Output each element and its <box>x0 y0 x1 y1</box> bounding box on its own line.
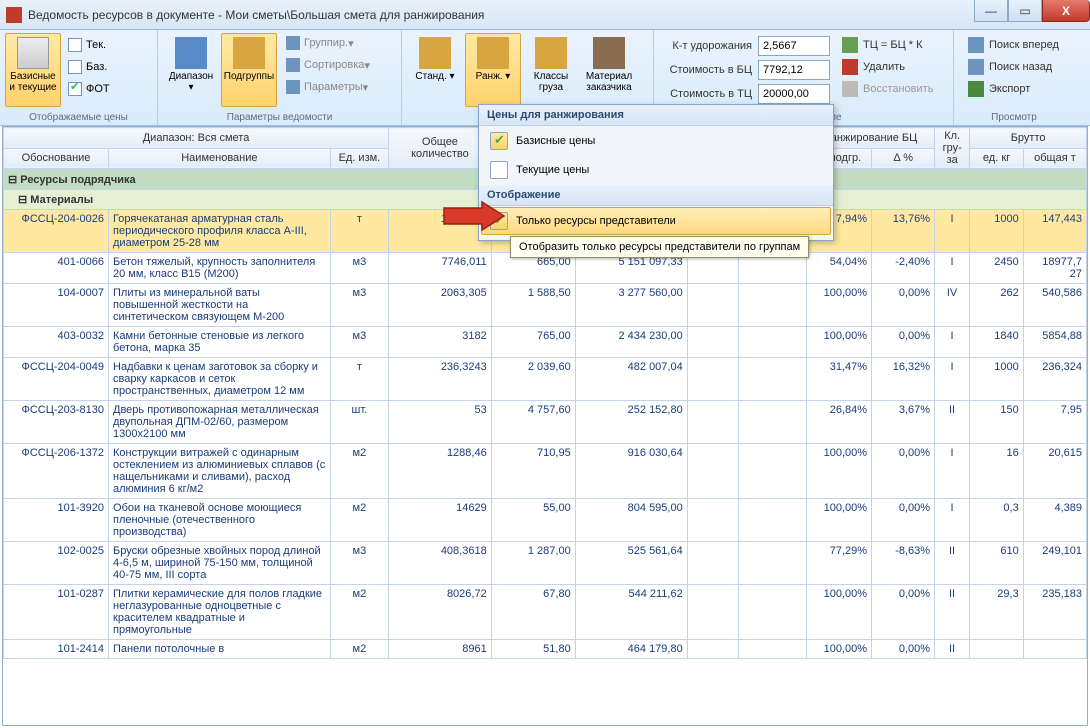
search-icon <box>968 59 984 75</box>
customer-material-button[interactable]: Материал заказчика <box>581 33 637 107</box>
ranking-dropdown: Цены для ранжирования Базисные цены Теку… <box>478 104 834 241</box>
red-arrow-annotation <box>442 200 506 235</box>
titlebar: Ведомость ресурсов в документе - Мои сме… <box>0 0 1090 30</box>
formula-icon <box>842 37 858 53</box>
search-forward[interactable]: Поиск вперед <box>962 34 1065 56</box>
table-row[interactable]: 101-2414Панели потолочные вм2896151,8046… <box>4 640 1087 659</box>
th-qty[interactable]: Общее количество <box>389 128 492 169</box>
ranking-icon <box>477 37 509 69</box>
opt-fot[interactable]: ФОТ <box>64 78 114 100</box>
sort-by[interactable]: Сортировка ▾ <box>282 54 374 76</box>
checkbox-icon <box>490 161 508 179</box>
th-mass[interactable]: общая т <box>1023 148 1086 169</box>
table-row[interactable]: ФССЦ-203-8130Дверь противопожарная метал… <box>4 401 1087 444</box>
standard-button[interactable]: Станд. ▾ <box>407 33 463 107</box>
dd-representatives-only[interactable]: Только ресурсы представители <box>481 207 831 235</box>
field-label: Стоимость в БЦ <box>662 64 758 76</box>
group-label: Параметры ведомости <box>162 111 397 125</box>
cargo-classes-button[interactable]: Классы груза <box>523 33 579 107</box>
classes-icon <box>535 37 567 69</box>
checkbox-icon <box>490 132 508 150</box>
field-label: Стоимость в ТЦ <box>662 88 758 100</box>
close-button[interactable]: X <box>1042 0 1090 22</box>
current-cost-input[interactable] <box>758 84 830 104</box>
sort-icon <box>286 58 300 72</box>
coeff-input[interactable] <box>758 36 830 56</box>
range-button[interactable]: Диапазон ▾ <box>163 33 219 107</box>
th-gross[interactable]: Брутто <box>970 128 1087 149</box>
opt-current[interactable]: Тек. <box>64 34 114 56</box>
prices-base-current-button[interactable]: Базисные и текущие <box>5 33 61 107</box>
window-title: Ведомость ресурсов в документе - Мои сме… <box>28 8 484 22</box>
dropdown-section-title: Отображение <box>479 185 833 206</box>
th-delta[interactable]: Δ % <box>872 148 935 169</box>
group-icon <box>286 36 300 50</box>
table-icon <box>17 37 49 69</box>
search-back[interactable]: Поиск назад <box>962 56 1065 78</box>
table-row[interactable]: 104-0007Плиты из минеральной ваты повыше… <box>4 284 1087 327</box>
table-row[interactable]: 101-0287Плитки керамические для полов гл… <box>4 585 1087 640</box>
table-row[interactable]: 101-3920Обои на тканевой основе моющиеся… <box>4 499 1087 542</box>
delete-icon <box>842 59 858 75</box>
label: Базисные и текущие <box>8 71 58 93</box>
tooltip: Отобразить только ресурсы представители … <box>510 236 809 258</box>
minimize-button[interactable]: — <box>974 0 1008 22</box>
export-icon <box>968 81 984 97</box>
th-w[interactable]: ед. кг <box>970 148 1024 169</box>
delete-action[interactable]: Удалить <box>836 56 939 78</box>
search-icon <box>968 37 984 53</box>
th-range[interactable]: Диапазон: Вся смета <box>4 128 389 149</box>
th-unit[interactable]: Ед. изм. <box>330 148 388 169</box>
base-cost-input[interactable] <box>758 60 830 80</box>
material-icon <box>593 37 625 69</box>
checkbox-icon <box>68 60 82 74</box>
formula-action[interactable]: ТЦ = БЦ * К <box>836 34 939 56</box>
restore-icon <box>842 81 858 97</box>
app-icon <box>6 7 22 23</box>
range-icon <box>175 37 207 69</box>
export-action[interactable]: Экспорт <box>962 78 1065 100</box>
th-class[interactable]: Кл. гру-за <box>935 128 970 169</box>
checkbox-icon <box>68 82 82 96</box>
group-label: Отображаемые цены <box>4 111 153 125</box>
group-label: Просмотр <box>958 111 1070 125</box>
window-controls: — ▭ X <box>974 0 1090 22</box>
ranking-button[interactable]: Ранж. ▾ <box>465 33 521 107</box>
maximize-button[interactable]: ▭ <box>1008 0 1042 22</box>
th-name[interactable]: Наименование <box>109 148 331 169</box>
dd-current-prices[interactable]: Текущие цены <box>481 156 831 184</box>
params-icon <box>286 80 300 94</box>
subgroups-button[interactable]: Подгруппы <box>221 33 277 107</box>
checkbox-icon <box>68 38 82 52</box>
dd-base-prices[interactable]: Базисные цены <box>481 127 831 155</box>
table-row[interactable]: ФССЦ-204-0049Надбавки к ценам заготовок … <box>4 358 1087 401</box>
table-row[interactable]: 102-0025Бруски обрезные хвойных пород дл… <box>4 542 1087 585</box>
params-btn[interactable]: Параметры ▾ <box>282 76 374 98</box>
field-label: К-т удорожания <box>662 40 758 52</box>
th-code[interactable]: Обоснование <box>4 148 109 169</box>
group-by[interactable]: Группир. ▾ <box>282 32 374 54</box>
restore-action[interactable]: Восстановить <box>836 78 939 100</box>
columns-icon <box>233 37 265 69</box>
opt-base[interactable]: Баз. <box>64 56 114 78</box>
table-row[interactable]: 403-0032Камни бетонные стеновые из легко… <box>4 327 1087 358</box>
standard-icon <box>419 37 451 69</box>
table-row[interactable]: ФССЦ-206-1372Конструкции витражей с один… <box>4 444 1087 499</box>
dropdown-section-title: Цены для ранжирования <box>479 105 833 126</box>
